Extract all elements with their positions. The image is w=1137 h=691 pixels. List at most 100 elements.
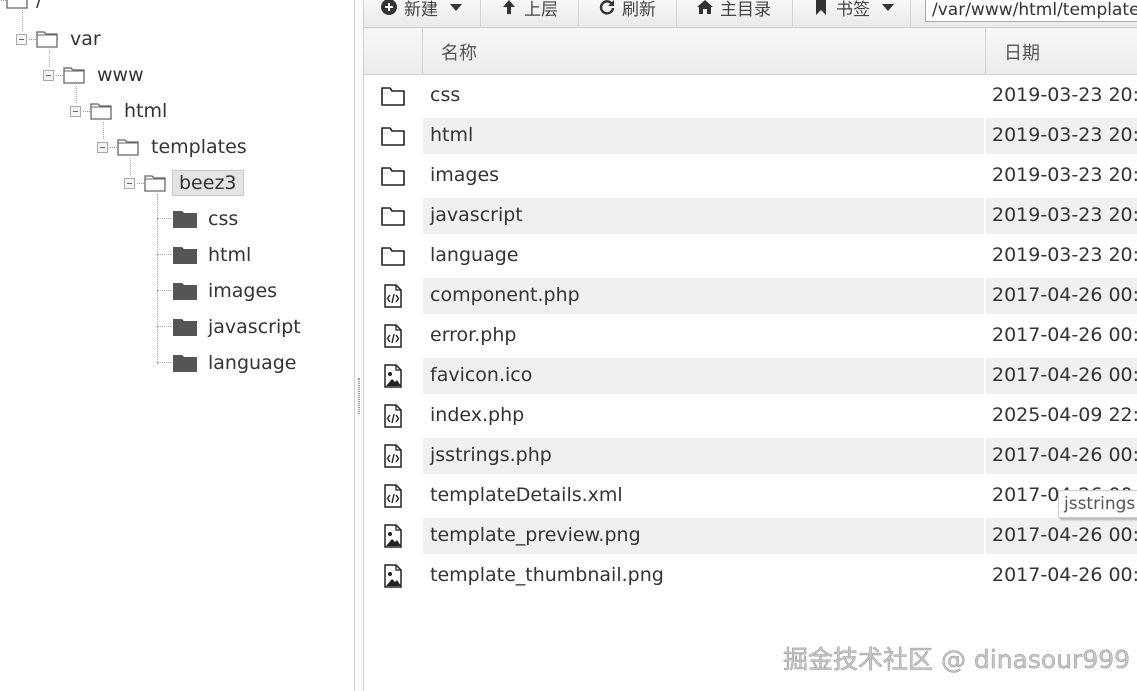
table-row[interactable]: images 2019-03-23 20:24 xyxy=(364,156,1137,196)
folder-icon xyxy=(380,244,406,268)
file-name-cell[interactable]: error.php xyxy=(423,318,984,354)
tree-node-label: templates xyxy=(151,136,247,158)
home-button[interactable]: 主目录 xyxy=(696,0,771,24)
tree-connector xyxy=(137,182,144,184)
file-name-cell[interactable]: template_preview.png xyxy=(423,518,984,554)
folder-filled-icon xyxy=(173,211,197,228)
code-file-icon xyxy=(380,404,406,428)
header-icon-column xyxy=(364,28,423,75)
table-row[interactable]: javascript2019-03-23 20:24 xyxy=(364,196,1137,236)
tree-connector xyxy=(157,254,171,255)
folder-outline-icon xyxy=(90,103,112,120)
tree-node-label: var xyxy=(70,28,101,50)
collapse-toggle-icon[interactable] xyxy=(70,105,81,117)
file-date-cell: 2017-04-26 00:55 xyxy=(986,518,1137,554)
tree-node-var[interactable]: var xyxy=(16,26,107,52)
folder-filled-icon xyxy=(173,283,197,300)
tree-connector xyxy=(29,38,36,40)
file-name-cell[interactable]: jsstrings.php xyxy=(423,438,984,474)
file-name-cell[interactable]: favicon.ico xyxy=(423,358,984,394)
tree-node-root[interactable]: / xyxy=(0,0,48,13)
code-file-icon xyxy=(380,284,406,308)
bookmark-button[interactable]: 书签 xyxy=(812,0,894,24)
image-file-icon xyxy=(380,364,406,388)
file-name-cell[interactable]: templateDetails.xml xyxy=(423,478,984,514)
table-row[interactable]: jsstrings.php2017-04-26 00:55 xyxy=(364,436,1137,476)
new-button[interactable]: 新建 xyxy=(380,0,462,24)
file-name-cell[interactable]: template_thumbnail.png xyxy=(423,558,984,594)
toolbar: 新建 上层 刷新 主目录 书签 /var/www/html/templates/… xyxy=(364,0,1137,28)
tree-node-html[interactable]: html xyxy=(70,98,173,124)
tree-leaf-images[interactable]: images xyxy=(173,278,277,304)
bookmark-icon xyxy=(816,0,826,15)
folder-icon xyxy=(380,164,406,188)
table-row[interactable]: language 2019-03-23 20:24 xyxy=(364,236,1137,276)
file-date-cell: 2019-03-23 20:24 xyxy=(992,164,1137,186)
up-button[interactable]: 上层 xyxy=(500,0,558,24)
file-date-cell: 2017-04-26 00:55 xyxy=(986,278,1137,314)
up-button-label: 上层 xyxy=(524,0,558,20)
table-row[interactable]: error.php 2017-04-26 00:55 xyxy=(364,316,1137,356)
table-row[interactable]: favicon.ico2017-04-26 00:55 xyxy=(364,356,1137,396)
image-file-icon xyxy=(380,564,406,588)
file-list-panel: 新建 上层 刷新 主目录 书签 /var/www/html/templates/… xyxy=(364,0,1137,691)
folder-outline-icon xyxy=(144,175,166,192)
tree-node-beez3[interactable]: beez3 xyxy=(124,170,244,196)
bookmark-button-label: 书签 xyxy=(836,0,870,20)
table-row[interactable]: component.php2017-04-26 00:55 xyxy=(364,276,1137,316)
table-row[interactable]: css 2019-03-23 20:24 xyxy=(364,76,1137,116)
toolbar-divider xyxy=(676,0,677,28)
file-name-cell[interactable]: component.php xyxy=(423,278,984,314)
tree-connector xyxy=(83,110,90,112)
file-name-cell[interactable]: javascript xyxy=(423,198,984,234)
tree-node-label: beez3 xyxy=(172,170,244,196)
table-row[interactable]: templateDetails.xml2017-04-26 00:55 xyxy=(364,476,1137,516)
tree-node-www[interactable]: www xyxy=(43,62,150,88)
toolbar-divider xyxy=(578,0,579,28)
code-file-icon xyxy=(380,324,406,348)
tree-node-label: www xyxy=(97,64,144,86)
tree-connector xyxy=(157,194,158,364)
table-row[interactable]: html2019-03-23 20:24 xyxy=(364,116,1137,156)
table-row[interactable]: template_thumbnail.png 2017-04-26 00:55 xyxy=(364,556,1137,596)
collapse-toggle-icon[interactable] xyxy=(43,69,54,81)
table-row[interactable]: index.php 2025-04-09 22:24 xyxy=(364,396,1137,436)
tree-leaf-html[interactable]: html xyxy=(173,242,251,268)
panel-splitter[interactable] xyxy=(354,0,364,691)
file-date-cell: 2019-03-23 20:24 xyxy=(992,84,1137,106)
file-name-cell[interactable]: language xyxy=(423,238,984,274)
code-file-icon xyxy=(380,484,406,508)
tree-leaf-language[interactable]: language xyxy=(173,350,296,376)
table-row[interactable]: template_preview.png2017-04-26 00:55 xyxy=(364,516,1137,556)
file-date-cell: 2017-04-26 00:55 xyxy=(992,324,1137,346)
arrow-up-icon xyxy=(503,0,515,14)
collapse-toggle-icon[interactable] xyxy=(16,33,27,45)
code-file-icon xyxy=(380,444,406,468)
toolbar-divider xyxy=(792,0,793,28)
folder-outline-icon xyxy=(63,67,85,84)
folder-icon xyxy=(380,84,406,108)
splitter-grip[interactable] xyxy=(358,378,360,414)
file-name-cell[interactable]: css xyxy=(423,78,984,114)
tree-leaf-label: html xyxy=(208,244,252,266)
collapse-toggle-icon[interactable] xyxy=(124,177,135,189)
tree-node-label: html xyxy=(124,100,168,122)
home-icon xyxy=(697,0,713,14)
tree-node-templates[interactable]: templates xyxy=(97,134,253,160)
directory-tree: / var www html templates beez3 css html … xyxy=(0,0,354,691)
tree-leaf-label: javascript xyxy=(208,316,301,338)
collapse-toggle-icon[interactable] xyxy=(97,141,108,153)
path-input[interactable]: /var/www/html/templates/beez3 xyxy=(925,0,1137,22)
folder-icon xyxy=(380,204,406,228)
refresh-button[interactable]: 刷新 xyxy=(598,0,656,24)
column-header-date[interactable]: 日期 xyxy=(986,28,1137,75)
column-header-name[interactable]: 名称 xyxy=(423,28,986,75)
file-name-cell[interactable]: html xyxy=(423,118,984,154)
home-button-label: 主目录 xyxy=(720,0,771,20)
tree-leaf-javascript[interactable]: javascript xyxy=(173,314,301,340)
tree-leaf-css[interactable]: css xyxy=(173,206,238,232)
file-name-cell[interactable]: index.php xyxy=(423,398,984,434)
file-name-cell[interactable]: images xyxy=(423,158,984,194)
tree-leaf-label: language xyxy=(208,352,297,374)
tree-connector xyxy=(157,290,171,291)
